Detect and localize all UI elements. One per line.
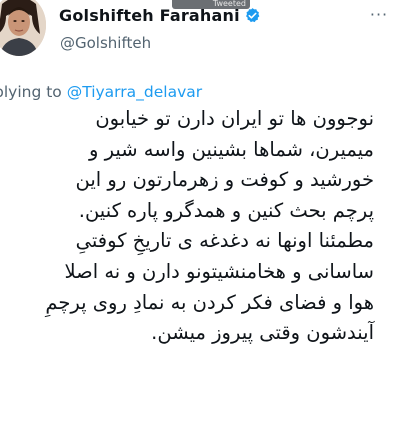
author-display-name[interactable]: Golshifteh Farahani (59, 6, 240, 25)
replying-to-prefix: plying to (0, 83, 67, 101)
tweet-body: نوجوون ها تو ایران دارن تو خیابون میمیرن… (24, 104, 374, 349)
author-name-row[interactable]: Golshifteh Farahani (59, 4, 261, 26)
more-options-icon[interactable]: ··· (368, 4, 390, 26)
replying-to-line: plying to @Tiyarra_delavar (0, 83, 202, 101)
author-handle[interactable]: @Golshifteh (60, 34, 151, 52)
tweet-line: میمیرن، شماها بشینین واسه شیر و (89, 137, 374, 161)
tweet-line: خورشید و کوفت و زهرمارتون رو این (75, 168, 374, 192)
verified-badge-icon (244, 7, 261, 24)
tweet-line: آیندشون وقتی پیروز میشن. (151, 321, 374, 345)
tweet-line: نوجوون ها تو ایران دارن تو خیابون (95, 107, 374, 130)
reply-mention-link[interactable]: @Tiyarra_delavar (67, 83, 202, 101)
tweet-card: Tweeted Golshifteh Farahani @Golshifteh … (0, 0, 400, 438)
tweet-line: پرچم بحث کنین و همدگرو پاره کنین. (78, 198, 374, 222)
profile-avatar[interactable] (0, 0, 46, 56)
tweet-line: مطمئنا اونها نه دغدغه ی تاریخِ کوفتیِ (75, 229, 374, 253)
more-options-label: ··· (369, 5, 389, 24)
avatar-photo (0, 0, 46, 56)
tweet-line: هوا و فضای فکر کردن به نمادِ روی پرچمِ (45, 290, 374, 314)
tweet-line: ساسانی و هخامنشیتونو دارن و نه اصلا (64, 259, 374, 283)
